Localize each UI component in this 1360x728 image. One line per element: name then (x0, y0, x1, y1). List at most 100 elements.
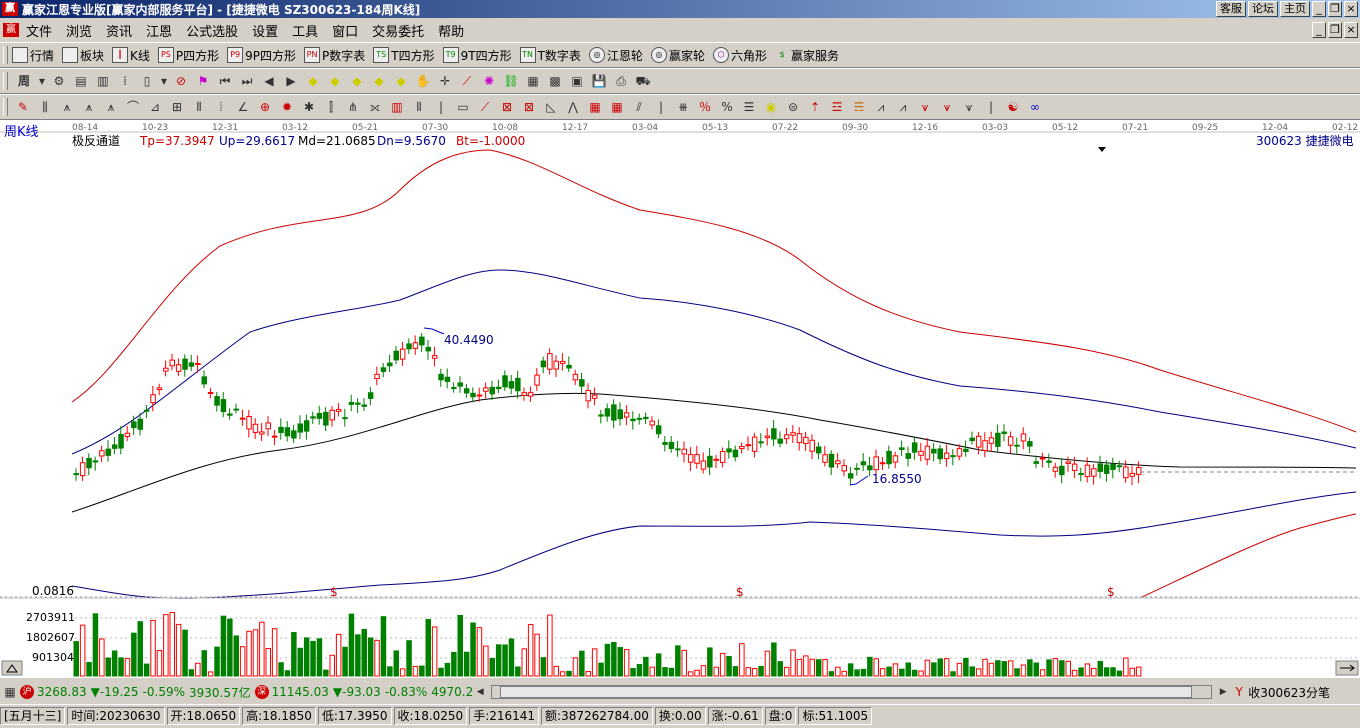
wave-icon[interactable]: ⋀ (564, 98, 582, 116)
ladder-icon[interactable]: ⧻ (674, 98, 692, 116)
coin-lines-icon[interactable]: ⊜ (784, 98, 802, 116)
calendar-icon[interactable]: ▦ (524, 72, 542, 90)
triangle-icon[interactable]: ◺ (542, 98, 560, 116)
service-button[interactable]: 客服 (1216, 1, 1246, 17)
diamond-icon[interactable]: ◆ (370, 72, 388, 90)
scroll-left-icon[interactable]: ◀ (475, 683, 485, 701)
single-candle-icon[interactable]: ▯ (138, 72, 156, 90)
hand-icon[interactable]: ✋ (414, 72, 432, 90)
menu-tools[interactable]: 工具 (285, 21, 325, 40)
toolbar-blocks[interactable]: 板块 (62, 47, 104, 64)
fan-lines-icon[interactable]: ⩘ (894, 98, 912, 116)
menu-settings[interactable]: 设置 (245, 21, 285, 40)
mdi-restore-icon[interactable]: ❐ (1328, 22, 1342, 38)
circle-grid-icon[interactable]: ⊞ (168, 98, 186, 116)
ruler-icon[interactable]: ⊿ (146, 98, 164, 116)
menu-trade[interactable]: 交易委托 (365, 21, 431, 40)
tick-data-label[interactable]: 收300623分笔 (1248, 684, 1330, 701)
menu-gann[interactable]: 江恩 (139, 21, 179, 40)
home-button[interactable]: 主页 (1280, 1, 1310, 17)
sun-icon[interactable]: ✹ (278, 98, 296, 116)
menu-info[interactable]: 资讯 (99, 21, 139, 40)
percent-fan-icon[interactable]: ％ (696, 98, 714, 116)
infinity-icon[interactable]: ∞ (1026, 98, 1044, 116)
parallel-icon[interactable]: ⫽ (630, 98, 648, 116)
target-icon[interactable]: ⊕ (256, 98, 274, 116)
scrollbar-thumb[interactable] (500, 686, 1193, 698)
fib-red-icon[interactable]: ☲ (828, 98, 846, 116)
grid-view-icon[interactable]: ▩ (546, 72, 564, 90)
bars-red-icon[interactable]: ▥ (388, 98, 406, 116)
bars-icon[interactable]: ▥ (94, 72, 112, 90)
lines-icon[interactable]: ☰ (740, 98, 758, 116)
toolbar-quotes[interactable]: 行情 (12, 47, 54, 64)
dropdown-arrow-icon[interactable]: ▾ (38, 72, 46, 90)
line-tool-icon[interactable]: ⟋ (458, 72, 476, 90)
taiji-icon[interactable]: ☯ (1004, 98, 1022, 116)
speed-lines-icon[interactable]: ⟗ (366, 98, 384, 116)
diamond-icon[interactable]: ◆ (304, 72, 322, 90)
close-icon[interactable]: × (1344, 1, 1358, 17)
dropdown-arrow-icon[interactable]: ▾ (160, 72, 168, 90)
toolbar-9t-square[interactable]: T9 9T四方形 (442, 47, 512, 64)
chart-settings-icon[interactable]: ⚙ (50, 72, 68, 90)
pencil-icon[interactable]: ✎ (14, 98, 32, 116)
save-icon[interactable]: 💾 (590, 72, 608, 90)
fib-orange-icon[interactable]: ☴ (850, 98, 868, 116)
menu-formula[interactable]: 公式选股 (179, 21, 245, 40)
menu-window[interactable]: 窗口 (325, 21, 365, 40)
toolbar-hexagon[interactable]: ⬡ 六角形 (712, 47, 767, 64)
horizontal-scrollbar[interactable] (491, 685, 1213, 699)
mdi-minimize-icon[interactable]: _ (1312, 22, 1326, 38)
cycle-lines-icon[interactable]: ⦀ (190, 98, 208, 116)
fan-lines-icon[interactable]: ⩘ (872, 98, 890, 116)
kline-chart[interactable]: 08-14 10-23 12-31 03-12 05-21 07-30 10-08 12-17… (0, 120, 1360, 678)
toolbar-kline[interactable]: ┃ K线 (112, 47, 150, 64)
restore-icon[interactable]: ❐ (1328, 1, 1342, 17)
link-icon[interactable]: ⛓ (502, 72, 520, 90)
scroll-right-icon[interactable]: ▶ (1218, 683, 1228, 701)
first-icon[interactable]: ⏮ (216, 72, 234, 90)
page-icon[interactable]: ▤ (72, 72, 90, 90)
diamond-icon[interactable]: ◆ (348, 72, 366, 90)
fan-icon[interactable]: ⩚ (58, 98, 76, 116)
crosshair-icon[interactable]: ✛ (436, 72, 454, 90)
gann-lines-icon[interactable]: ⋔ (344, 98, 362, 116)
arrow-up-icon[interactable]: ⇡ (806, 98, 824, 116)
menu-file[interactable]: 文件 (19, 21, 59, 40)
box-icon[interactable]: ⊠ (520, 98, 538, 116)
mdi-close-icon[interactable]: × (1344, 22, 1358, 38)
calculator-icon[interactable]: ▦ (2, 683, 18, 701)
fan-icon[interactable]: ⩚ (102, 98, 120, 116)
flag-icon[interactable]: ⚑ (194, 72, 212, 90)
zigzag-icon[interactable]: ⩛ (960, 98, 978, 116)
no-draw-icon[interactable]: ⊘ (172, 72, 190, 90)
prev-icon[interactable]: ◀ (260, 72, 278, 90)
time-zones-icon[interactable]: ⦙ (212, 98, 230, 116)
split-icon[interactable]: ⫿ (322, 98, 340, 116)
toolbar-9p-square[interactable]: P9 9P四方形 (227, 47, 296, 64)
next-icon[interactable]: ▶ (282, 72, 300, 90)
box-icon[interactable]: ⊠ (498, 98, 516, 116)
sheet-icon[interactable]: ▣ (568, 72, 586, 90)
coin-icon[interactable]: ◉ (762, 98, 780, 116)
period-select[interactable]: 周 (14, 72, 34, 90)
percent-icon[interactable]: % (718, 98, 736, 116)
toolbar-service[interactable]: $ 赢家服务 (775, 47, 839, 64)
collapse-button[interactable] (1, 660, 23, 676)
truck-icon[interactable]: ⛟ (634, 72, 652, 90)
toolbar-p-table[interactable]: PN P数字表 (304, 47, 365, 64)
toolbar-gann-wheel[interactable]: ◎ 江恩轮 (588, 47, 643, 64)
chart-area[interactable]: 08-14 10-23 12-31 03-12 05-21 07-30 10-08 12-17… (0, 120, 1360, 678)
grid-red-icon[interactable]: ▦ (608, 98, 626, 116)
star-icon[interactable]: ✱ (300, 98, 318, 116)
toolbar-t-square[interactable]: TS T四方形 (373, 47, 435, 64)
last-icon[interactable]: ⏭ (238, 72, 256, 90)
menu-browse[interactable]: 浏览 (59, 21, 99, 40)
zigzag-icon[interactable]: ⩛ (916, 98, 934, 116)
diamond-icon[interactable]: ◆ (326, 72, 344, 90)
candles-icon[interactable]: ⁞ (116, 72, 134, 90)
toolbar-winner-wheel[interactable]: ◎ 赢家轮 (650, 47, 705, 64)
fib-lines-icon[interactable]: ⫼ (36, 98, 54, 116)
minimize-icon[interactable]: _ (1312, 1, 1326, 17)
